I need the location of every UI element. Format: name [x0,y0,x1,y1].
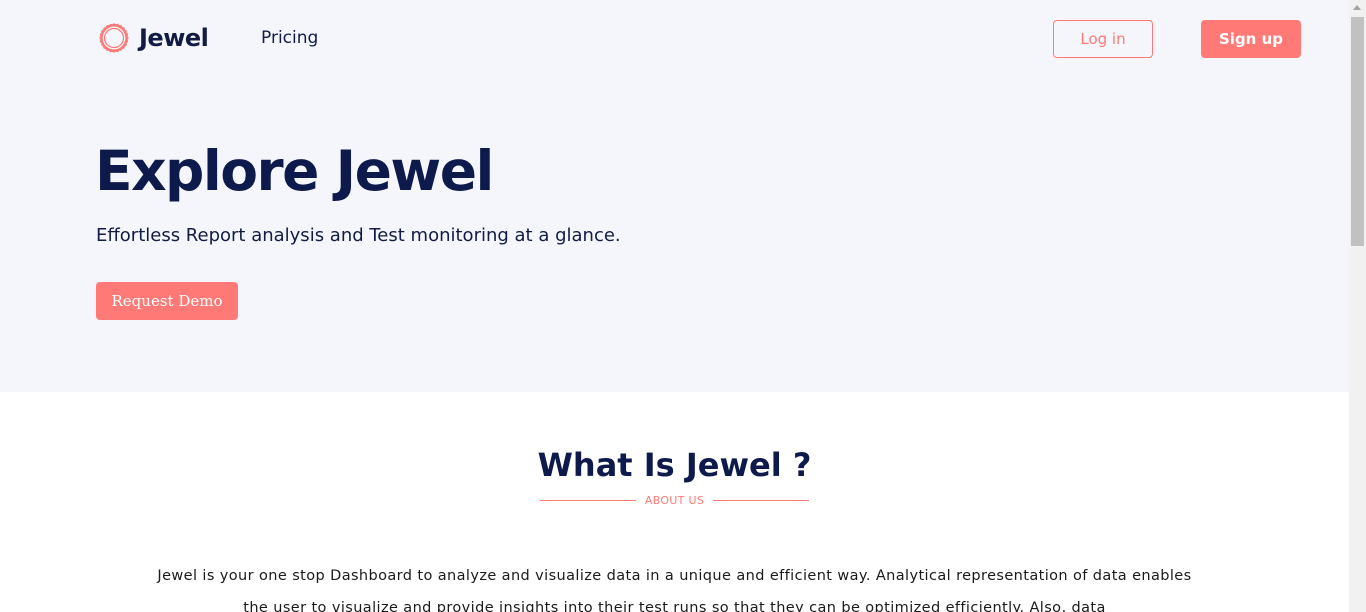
login-button[interactable]: Log in [1053,20,1153,58]
scroll-up-arrow-icon[interactable] [1353,5,1361,10]
brand-name: Jewel [139,24,209,52]
scrollbar-thumb[interactable] [1351,17,1364,246]
brand-logo[interactable]: Jewel [98,20,209,56]
hero-subtitle: Effortless Report analysis and Test moni… [96,225,621,246]
about-title: What Is Jewel ? [537,446,812,484]
hero-section: Jewel Pricing Log in Sign up Explore Jew… [0,0,1349,392]
about-eyebrow: ABOUT US [644,493,705,507]
divider-line-right [713,499,809,501]
request-demo-button[interactable]: Request Demo [96,282,238,320]
hero-title: Explore Jewel [95,139,494,203]
divider-line-left [540,499,636,501]
about-description: Jewel is your one stop Dashboard to anal… [157,568,1192,612]
vertical-scrollbar[interactable] [1349,0,1366,612]
page: Jewel Pricing Log in Sign up Explore Jew… [0,0,1349,612]
hexagon-ring-logo-icon [99,23,129,53]
signup-button[interactable]: Sign up [1201,20,1301,58]
about-divider: ABOUT US [540,491,809,509]
nav-link-pricing[interactable]: Pricing [261,28,318,48]
